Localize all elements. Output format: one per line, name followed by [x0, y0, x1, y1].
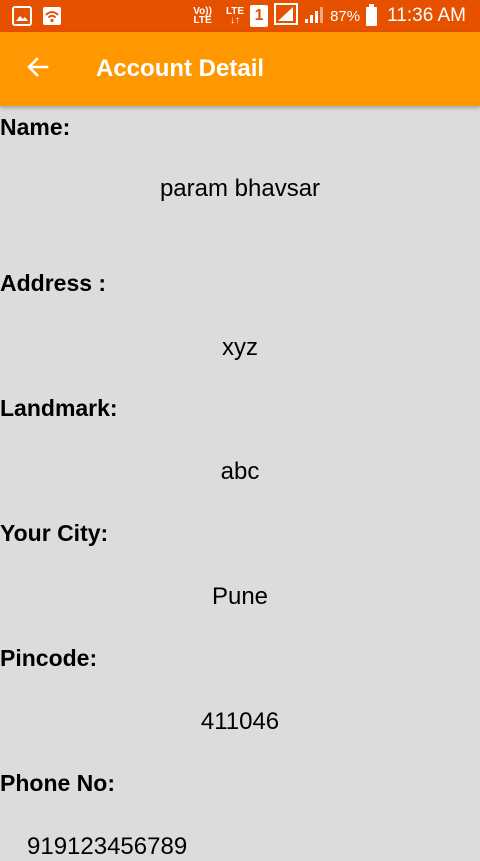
- sim-icon: 1: [250, 5, 269, 27]
- name-label: Name:: [0, 114, 71, 140]
- battery-icon: [366, 3, 378, 26]
- pincode-value: 411046: [200, 708, 280, 735]
- wifi-icon: [42, 6, 62, 26]
- landmark-value: abc: [220, 458, 260, 485]
- volte-bottom: LTE: [193, 15, 212, 26]
- volte-icon: Vo)) LTE: [193, 7, 212, 26]
- signal-sim1-icon: [274, 2, 299, 30]
- name-value: param bhavsar: [159, 175, 321, 202]
- phone-value: 919123456789: [27, 833, 188, 860]
- page-title: Account Detail: [96, 55, 265, 82]
- phone-label: Phone No:: [0, 770, 115, 796]
- status-bar: Vo)) LTE LTE ↓↑ 1 87% 11:36 AM: [0, 0, 480, 32]
- app-bar: Account Detail: [0, 32, 480, 106]
- back-button[interactable]: [12, 43, 64, 95]
- pincode-label: Pincode:: [0, 645, 98, 671]
- address-value: xyz: [222, 334, 258, 361]
- lte-bottom: ↓↑: [230, 15, 241, 26]
- city-label: Your City:: [0, 520, 109, 546]
- clock: 11:36 AM: [387, 5, 466, 26]
- address-label: Address :: [0, 270, 107, 296]
- back-arrow-icon: [25, 54, 51, 85]
- signal-sim2-icon: [304, 3, 324, 30]
- city-value: Pune: [211, 583, 269, 610]
- landmark-label: Landmark:: [0, 395, 118, 421]
- battery-percentage: 87%: [330, 7, 361, 25]
- lte-data-icon: LTE ↓↑: [226, 7, 244, 26]
- gallery-icon: [12, 6, 32, 26]
